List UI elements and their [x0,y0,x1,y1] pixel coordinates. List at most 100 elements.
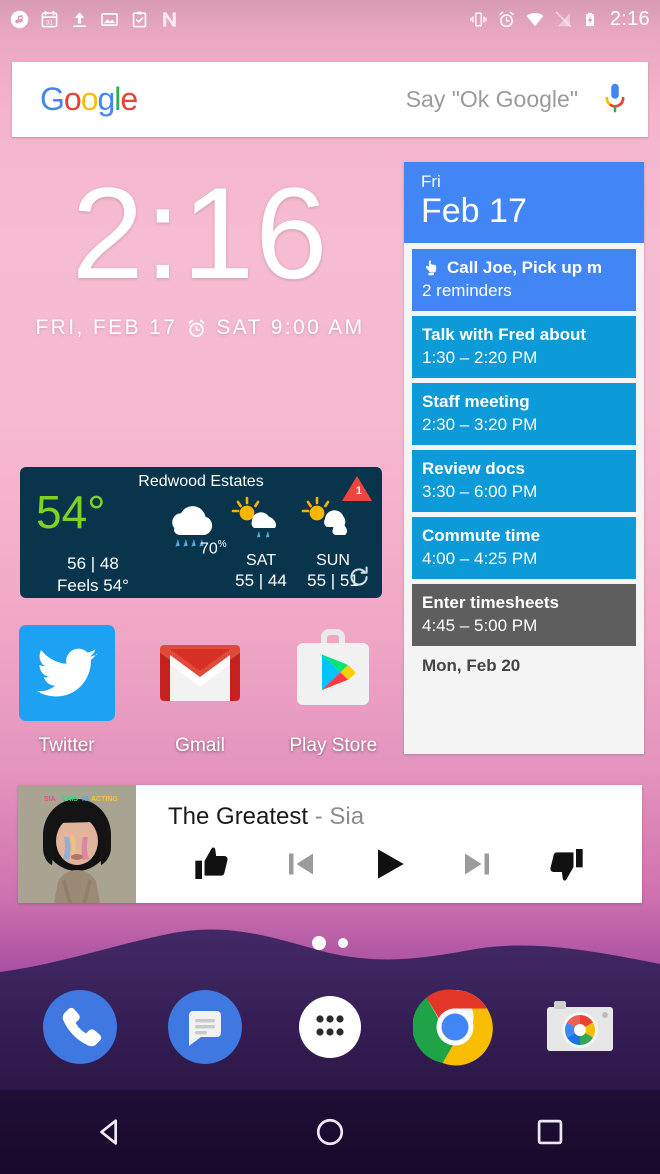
svg-text:SIA: SIA [44,796,56,803]
logo-letter: o [80,81,99,117]
page-dot[interactable] [338,938,348,948]
logo-letter: o [63,81,82,117]
thumbs-up-icon[interactable] [189,841,235,887]
camera-icon[interactable] [538,985,622,1069]
calendar-event-sub: 2 reminders [422,281,512,301]
calendar-event[interactable]: Call Joe, Pick up m 2 reminders [412,249,636,312]
music-separator: - [308,803,330,830]
svg-text:IS: IS [82,796,89,803]
app-shortcut-gmail[interactable]: Gmail [140,625,260,757]
clock-time[interactable]: 2:16 [0,168,400,298]
sun-cloud-icon [301,496,347,535]
music-track-title: The Greatest [168,803,309,830]
calendar-event[interactable]: Talk with Fred about 1:30 – 2:20 PM [412,316,636,379]
calendar-event[interactable]: Review docs 3:30 – 6:00 PM [412,450,636,513]
phone-icon[interactable] [38,985,122,1069]
weather-today-detail: 56 | 48 Feels 54° [38,553,148,598]
calendar-day-of-week: Fri [421,172,441,191]
weather-widget[interactable]: Redwood Estates 1 54° 56 | 48 Feels 54° … [20,467,382,598]
music-controls [150,831,628,903]
alarm-icon [499,11,514,27]
home-screen: 31 2:16 Google Say "Ok Google" 2:16 FRI,… [0,0,660,1174]
app-drawer-icon[interactable] [288,985,372,1069]
calendar-header[interactable]: Fri Feb 17 [404,162,644,244]
sun-rain-cloud-icon [231,496,277,538]
calendar-event-sub: 4:45 – 5:00 PM [422,616,538,636]
status-bar-clock: 2:16 [609,7,650,30]
play-store-icon [297,629,370,705]
clock-subline[interactable]: FRI, FEB 17 SAT 9:00 AM [0,316,400,340]
thumbs-down-icon[interactable] [543,841,589,887]
calendar-event-sub: 2:30 – 3:20 PM [422,415,538,435]
svg-text:THIS: THIS [62,796,78,803]
recents-square-icon[interactable] [518,1100,582,1164]
music-info-and-controls: The Greatest - Sia [136,785,642,903]
no-sim-icon [555,11,572,27]
nova-launcher-icon [163,11,176,27]
status-bar-right-icons: 2:16 [469,8,650,31]
alarm-icon [189,319,205,337]
calendar-event-title: Talk with Fred about [422,325,587,345]
weather-forecast-label: SAT [246,552,276,569]
calendar-31-icon: 31 [41,10,58,27]
calendar-event[interactable]: Commute time 4:00 – 4:25 PM [412,517,636,580]
google-logo: Google [40,81,138,118]
weather-forecast-highlow: 55 | 44 [235,571,287,590]
music-note-icon [10,10,29,28]
svg-text:ACTING: ACTING [91,796,118,803]
calendar-event-sub: 4:00 – 4:25 PM [422,549,538,569]
calendar-widget[interactable]: Fri Feb 17 Call Joe, Pick up m 2 reminde… [404,162,644,754]
calendar-event[interactable]: Enter timesheets 4:45 – 5:00 PM [412,584,636,647]
logo-letter: g [97,81,115,117]
gmail-icon [159,645,240,701]
calendar-date: Feb 17 [421,192,527,231]
weather-forecast-day: SAT 55 | 44 [220,495,302,591]
google-search-bar[interactable]: Google Say "Ok Google" [12,62,648,137]
upload-icon [73,11,86,27]
reminder-finger-icon [425,260,437,276]
previous-track-icon[interactable] [278,841,324,887]
back-triangle-icon[interactable] [78,1100,142,1164]
logo-letter: G [40,81,65,117]
clock-widget[interactable]: 2:16 FRI, FEB 17 SAT 9:00 AM [0,168,400,340]
weather-high-low: 56 | 48 [67,554,119,573]
microphone-icon[interactable] [600,81,630,119]
app-shortcut-twitter[interactable]: Twitter [7,625,127,757]
calendar-event[interactable]: Staff meeting 2:30 – 3:20 PM [412,383,636,446]
search-hint-text[interactable]: Say "Ok Google" [406,86,600,113]
photos-icon [101,12,118,26]
calendar-event-title: Commute time [422,526,541,546]
calendar-event-title: Review docs [422,459,525,479]
calendar-next-day-label: Mon, Feb 20 [422,656,521,676]
app-shortcut-row: Twitter Gmail Play Store [0,625,400,757]
play-icon[interactable] [366,841,412,887]
app-label: Play Store [289,735,378,756]
chrome-icon[interactable] [412,985,497,1069]
clock-alarm-time: SAT 9:00 AM [216,316,365,339]
svg-text:31: 31 [46,19,54,26]
app-label: Twitter [38,735,95,756]
status-bar: 31 2:16 [0,0,660,38]
music-player-widget[interactable]: SIA THIS IS ACTING The Greatest - Sia [18,785,642,903]
album-art[interactable]: SIA THIS IS ACTING [18,785,136,903]
calendar-event-sub: 3:30 – 6:00 PM [422,482,538,502]
calendar-event-sub: 1:30 – 2:20 PM [422,348,538,368]
page-indicator [0,936,660,950]
navigation-bar [0,1090,660,1174]
calendar-event-title: Staff meeting [422,392,530,412]
refresh-icon[interactable] [346,564,372,590]
messages-icon[interactable] [163,985,247,1069]
next-track-icon[interactable] [454,841,500,887]
music-artist: Sia [329,803,365,830]
clock-date: FRI, FEB 17 [35,316,178,339]
clipboard-check-icon [132,11,147,27]
home-circle-icon[interactable] [298,1100,362,1164]
twitter-icon [18,625,115,721]
weather-feels-like: Feels 54° [56,576,129,596]
battery-charging-icon [585,12,594,26]
calendar-event-title-row: Call Joe, Pick up m [422,258,626,278]
vibrate-icon [470,11,487,27]
page-dot-active[interactable] [312,936,326,950]
app-shortcut-play-store[interactable]: Play Store [273,625,393,757]
weather-current-temp: 54° [36,486,106,538]
